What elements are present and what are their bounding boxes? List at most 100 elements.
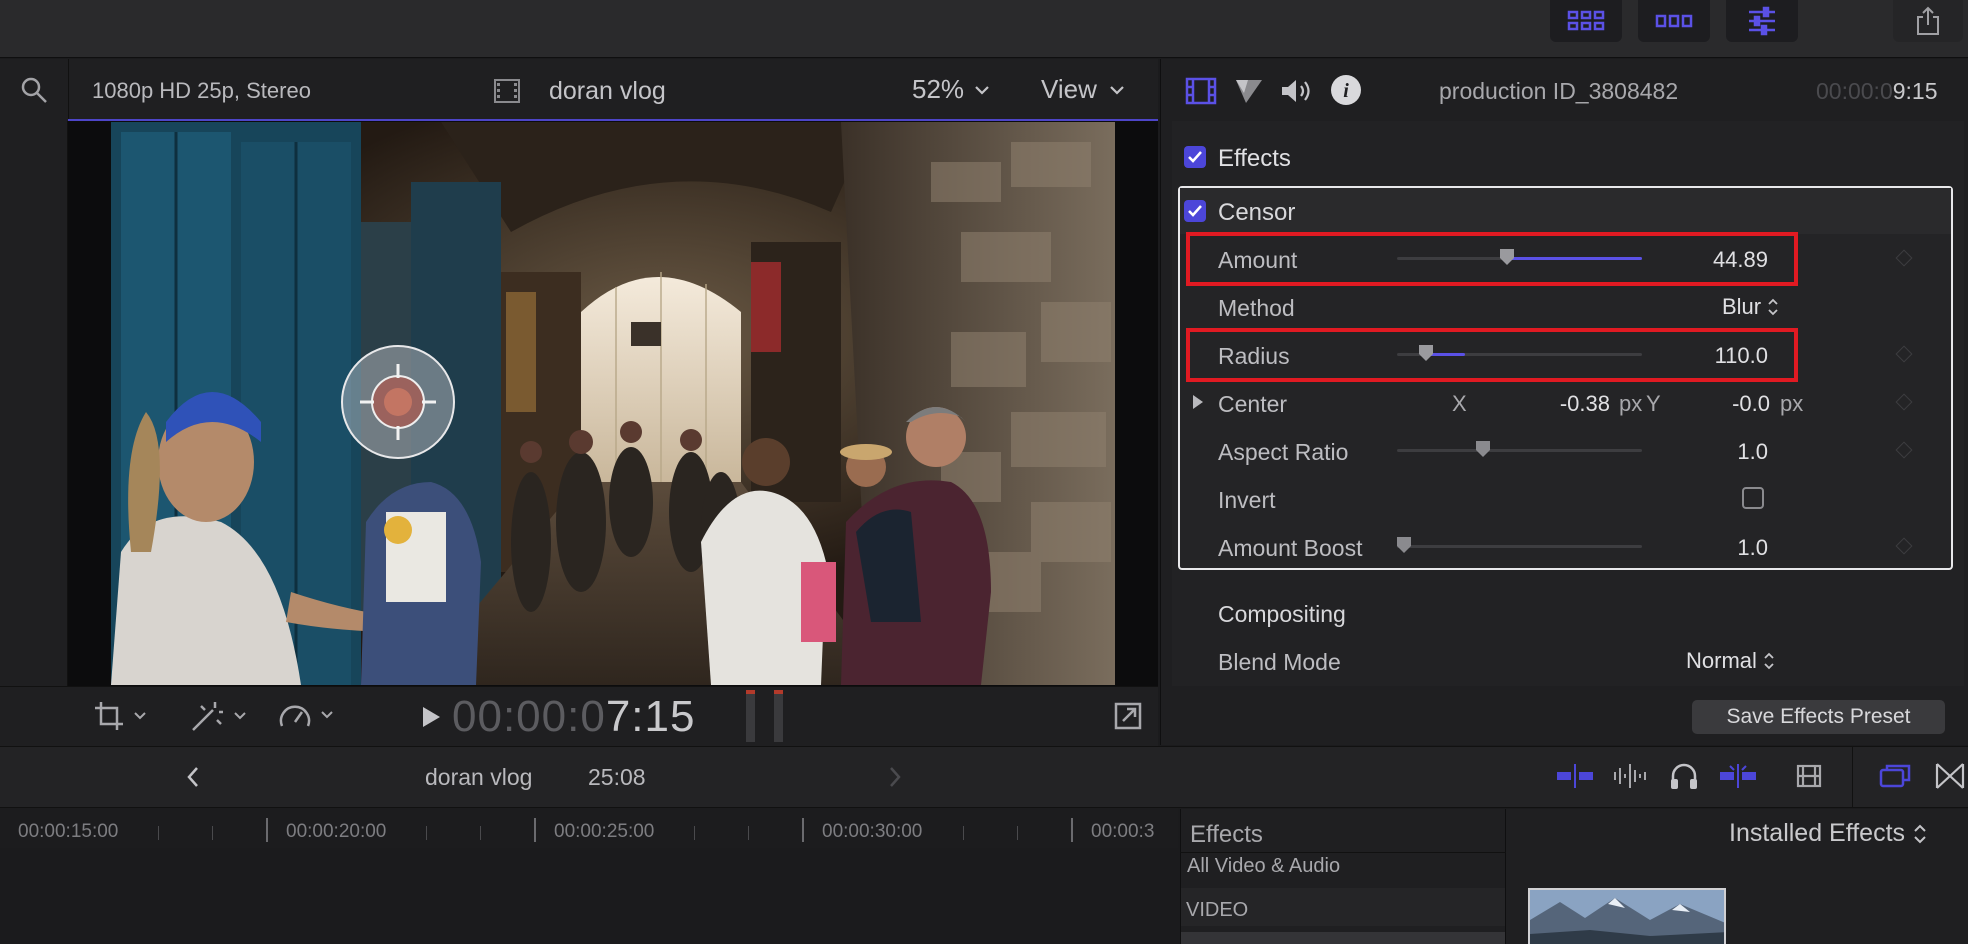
timeline-area[interactable] [0, 848, 1178, 944]
libraries-browser-button[interactable] [1550, 0, 1622, 42]
installed-effects-label: Installed Effects [1729, 819, 1906, 847]
effect-thumbnail[interactable] [1528, 888, 1726, 944]
invert-checkbox[interactable] [1742, 487, 1764, 509]
amount-boost-label: Amount Boost [1218, 535, 1363, 561]
speaker-icon [1282, 80, 1310, 102]
center-x-value[interactable]: -0.38 [1500, 391, 1610, 417]
amount-boost-slider-knob[interactable] [1396, 536, 1412, 554]
blend-mode-value: Normal [1686, 648, 1757, 673]
chevron-down-icon [234, 712, 246, 720]
ruler-tick [480, 826, 481, 840]
ruler-label: 00:00:30:00 [822, 821, 923, 842]
ruler-tick [426, 826, 427, 840]
chevron-down-icon [321, 711, 333, 719]
effects-heading: Effects [1218, 145, 1291, 172]
viewer-timecode: 00:00:07:15 [452, 692, 695, 742]
timeline-project-name: doran vlog [425, 764, 533, 790]
solo-headphones-icon[interactable] [1669, 762, 1699, 795]
share-button[interactable] [1893, 0, 1963, 42]
compositing-heading: Compositing [1218, 601, 1346, 627]
ruler-tick [212, 826, 213, 840]
timeline-icon [1655, 14, 1693, 28]
censor-onscreen-control[interactable] [341, 345, 455, 459]
play-icon[interactable] [420, 705, 442, 734]
film-icon [493, 78, 521, 109]
aspect-ratio-label: Aspect Ratio [1218, 439, 1349, 465]
top-toolbar [0, 0, 1968, 58]
aspect-ratio-slider-knob[interactable] [1475, 440, 1491, 458]
viewer-project-name: doran vlog [549, 77, 666, 105]
aspect-ratio-slider[interactable] [1397, 449, 1642, 452]
inspector-toggle-button[interactable] [1726, 0, 1798, 42]
ruler-tick [158, 826, 159, 840]
video-frame[interactable] [111, 122, 1115, 685]
back-arrow-icon[interactable] [186, 766, 200, 793]
selected-category-row[interactable] [1181, 932, 1505, 944]
audio-inspector-tab[interactable] [1280, 76, 1314, 111]
audio-skimming-icon[interactable] [1611, 762, 1649, 795]
sliders-icon [1749, 6, 1775, 36]
inspector-duration: 00:00:09:15 [1816, 78, 1938, 105]
save-effects-preset-button[interactable]: Save Effects Preset [1692, 700, 1945, 734]
censor-title: Censor [1218, 199, 1296, 226]
magic-wand-icon [192, 702, 223, 731]
clip-appearance-icon[interactable] [1795, 762, 1823, 795]
inspector-clip-name: production ID_3808482 [1439, 78, 1679, 104]
amount-boost-value[interactable]: 1.0 [1660, 535, 1768, 561]
aspect-ratio-value[interactable]: 1.0 [1660, 439, 1768, 465]
color-inspector-tab[interactable] [1234, 77, 1264, 110]
center-x-unit: px [1619, 391, 1643, 416]
effects-browser-toggle-icon[interactable] [1879, 762, 1911, 795]
forward-arrow-icon[interactable] [888, 766, 902, 793]
transitions-browser-toggle-icon[interactable] [1935, 762, 1965, 795]
ruler-tick [802, 818, 804, 842]
effects-enable-checkbox[interactable] [1184, 146, 1206, 168]
updown-chevron-icon [1914, 824, 1926, 843]
divider [1180, 852, 1506, 853]
method-dropdown[interactable]: Blur [1722, 294, 1779, 320]
divider [1852, 747, 1853, 807]
center-y-value[interactable]: -0.0 [1680, 391, 1770, 417]
center-label: Center [1218, 391, 1288, 417]
blend-mode-dropdown[interactable]: Normal [1686, 648, 1775, 674]
ruler-tick [1071, 818, 1073, 842]
zoom-value: 52% [912, 74, 965, 104]
effects-browser-heading: Effects [1190, 821, 1263, 848]
search-icon[interactable] [20, 76, 48, 109]
retime-menu-button[interactable] [278, 700, 334, 730]
chevron-down-icon [134, 712, 146, 720]
video-category-label: VIDEO [1186, 899, 1249, 921]
method-value: Blur [1722, 294, 1762, 319]
timeline-toggle-button[interactable] [1638, 0, 1710, 42]
color-wedge-icon [1236, 80, 1262, 103]
mountain-thumbnail-image [1530, 890, 1724, 944]
view-dropdown[interactable]: View [1041, 74, 1125, 105]
censor-enable-checkbox[interactable] [1184, 200, 1206, 222]
chevron-down-icon [975, 85, 989, 95]
snapping-icon[interactable] [1718, 762, 1758, 795]
ruler-tick [963, 826, 964, 840]
installed-effects-dropdown[interactable]: Installed Effects [1729, 819, 1927, 848]
format-label: 1080p HD 25p, Stereo [92, 78, 311, 103]
method-label: Method [1218, 295, 1295, 321]
video-inspector-tab[interactable] [1185, 76, 1217, 111]
ruler-tick [694, 826, 695, 840]
duration-dim: 00:00:0 [1816, 78, 1893, 104]
all-video-audio-item[interactable]: All Video & Audio [1187, 855, 1340, 878]
censor-header [1180, 188, 1951, 234]
enhancements-menu-button[interactable] [189, 700, 247, 732]
audio-meter-right [774, 690, 783, 742]
disclosure-triangle-icon[interactable] [1191, 393, 1205, 416]
ruler-tick [1017, 826, 1018, 840]
info-inspector-tab[interactable]: i [1330, 74, 1362, 111]
center-y-unit: px [1780, 391, 1804, 416]
checkmark-icon [1188, 205, 1202, 217]
fullscreen-icon[interactable] [1113, 701, 1143, 736]
checkmark-icon [1188, 151, 1202, 163]
invert-label: Invert [1218, 487, 1276, 513]
market-alley-scene [111, 122, 1115, 685]
transform-menu-button[interactable] [93, 700, 147, 732]
skimming-icon[interactable] [1555, 762, 1595, 795]
amount-boost-slider[interactable] [1397, 545, 1642, 548]
zoom-dropdown[interactable]: 52% [912, 74, 990, 105]
